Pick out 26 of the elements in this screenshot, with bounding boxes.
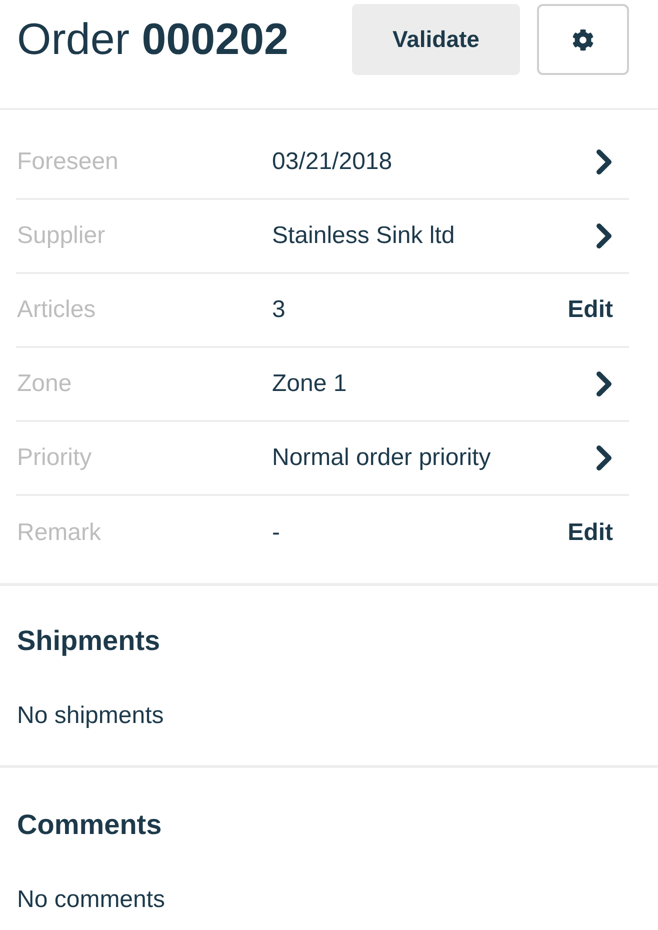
field-label: Remark: [16, 519, 102, 547]
section-heading: Comments: [17, 808, 163, 842]
section-heading: Shipments: [17, 624, 162, 658]
field-label: Articles: [16, 296, 97, 324]
field-label: Foreseen: [16, 148, 120, 176]
order-title: Order 000202: [17, 14, 290, 66]
field-value: Zone 1: [272, 370, 348, 398]
validate-button[interactable]: Validate: [352, 4, 520, 75]
field-label: Zone: [16, 370, 73, 398]
chevron-icon[interactable]: [595, 223, 613, 249]
settings-button[interactable]: [537, 4, 629, 75]
chevron-icon[interactable]: [595, 371, 613, 397]
field-label: Supplier: [16, 222, 106, 250]
settings-icon: [572, 28, 594, 50]
edit-link[interactable]: Edit: [568, 519, 613, 547]
field-value: 3: [272, 296, 286, 324]
field-value: Normal order priority: [272, 444, 492, 472]
field-value: -: [272, 519, 281, 547]
empty-message: No shipments: [17, 701, 165, 731]
edit-link[interactable]: Edit: [568, 296, 613, 324]
empty-message: No comments: [17, 885, 166, 915]
field-label: Priority: [16, 444, 93, 472]
field-value: Stainless Sink ltd: [272, 222, 456, 250]
chevron-icon[interactable]: [595, 149, 613, 175]
field-value: 03/21/2018: [272, 148, 394, 176]
chevron-icon[interactable]: [595, 445, 613, 471]
